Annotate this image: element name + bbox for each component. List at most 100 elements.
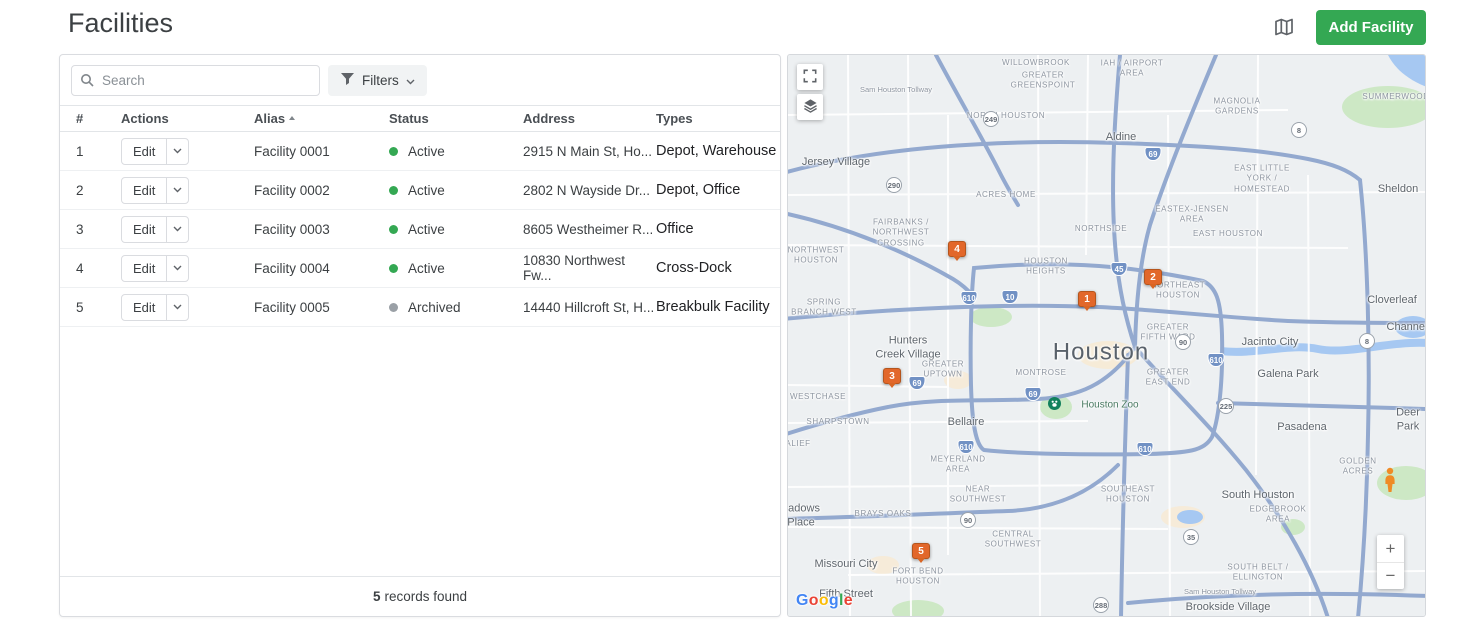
- map-label: ACRES HOME: [976, 190, 1036, 200]
- facility-marker-5[interactable]: 5: [912, 543, 930, 559]
- road-shield: 35: [1183, 529, 1199, 545]
- map-label: Missouri City: [815, 557, 878, 571]
- map-label: Houston: [1053, 336, 1149, 367]
- status-label: Active: [408, 144, 445, 159]
- edit-dropdown-caret[interactable]: [166, 178, 188, 203]
- map-label: NEAR SOUTHWEST: [950, 485, 1007, 506]
- road-shield: 610: [958, 440, 975, 454]
- map-icon: [1273, 16, 1295, 41]
- status-label: Archived: [408, 300, 461, 315]
- table-row[interactable]: 2 Edit Facility 0002 Active 2802 N Waysi…: [60, 171, 780, 210]
- status-dot: [389, 303, 398, 312]
- facility-alias[interactable]: Facility 0004: [254, 261, 389, 276]
- map-panel[interactable]: WILLOWBROOKGREATER GREENSPOINTIAH / AIRP…: [787, 54, 1426, 617]
- facility-alias[interactable]: Facility 0005: [254, 300, 389, 315]
- row-number: 1: [76, 144, 121, 159]
- map-label: GREATER UPTOWN: [922, 360, 964, 381]
- google-logo: Google: [796, 592, 853, 610]
- map-view-button[interactable]: [1268, 12, 1300, 44]
- fullscreen-icon: [803, 69, 817, 86]
- status-label: Active: [408, 222, 445, 237]
- map-label: GREATER FIFTH WARD: [1140, 323, 1195, 344]
- road-shield: 290: [886, 177, 902, 193]
- row-number: 5: [76, 300, 121, 315]
- edit-label: Edit: [122, 217, 166, 242]
- road-shield: 610: [1137, 442, 1154, 456]
- table-toolbar: Filters: [60, 55, 780, 105]
- edit-label: Edit: [122, 295, 166, 320]
- col-alias[interactable]: Alias: [254, 111, 389, 126]
- map-label: MEYERLAND AREA: [930, 455, 985, 476]
- facility-types: Office: [656, 221, 780, 237]
- facility-address: 10830 Northwest Fw...: [523, 253, 656, 283]
- zoom-in-button[interactable]: +: [1377, 535, 1404, 562]
- map-label: Jersey Village: [802, 155, 870, 169]
- row-number: 2: [76, 183, 121, 198]
- facility-alias[interactable]: Facility 0003: [254, 222, 389, 237]
- edit-label: Edit: [122, 178, 166, 203]
- facility-types: Cross-Dock: [656, 260, 780, 276]
- map-label: Channelview: [1387, 320, 1426, 334]
- edit-dropdown-caret[interactable]: [166, 139, 188, 164]
- map-label: MAGNOLIA GARDENS: [1213, 97, 1260, 118]
- road-shield: 249: [983, 111, 999, 127]
- facilities-panel: Filters # Actions Alias Status Address T…: [59, 54, 781, 617]
- map-label: EAST LITTLE YORK / HOMESTEAD: [1234, 163, 1290, 194]
- edit-label: Edit: [122, 256, 166, 281]
- table-row[interactable]: 4 Edit Facility 0004 Active 10830 Northw…: [60, 249, 780, 288]
- zoom-out-button[interactable]: −: [1377, 562, 1404, 589]
- sort-asc-icon[interactable]: [288, 111, 296, 126]
- status-dot: [389, 225, 398, 234]
- edit-button[interactable]: Edit: [121, 255, 189, 282]
- col-address: Address: [523, 111, 656, 126]
- facility-marker-1[interactable]: 1: [1078, 291, 1096, 307]
- zoom-control: + −: [1377, 535, 1404, 589]
- edit-button[interactable]: Edit: [121, 216, 189, 243]
- edit-dropdown-caret[interactable]: [166, 295, 188, 320]
- edit-label: Edit: [122, 139, 166, 164]
- edit-dropdown-caret[interactable]: [166, 256, 188, 281]
- pegman-icon[interactable]: [1383, 467, 1397, 498]
- facility-types: Depot, Office: [656, 182, 780, 198]
- road-shield: 10: [1002, 290, 1019, 304]
- map-label: HOUSTON HEIGHTS: [1024, 257, 1068, 278]
- map-label: SHARPSTOWN: [806, 417, 869, 427]
- add-facility-button[interactable]: Add Facility: [1316, 10, 1426, 45]
- edit-button[interactable]: Edit: [121, 294, 189, 321]
- status-label: Active: [408, 261, 445, 276]
- page-title: Facilities: [68, 8, 173, 39]
- records-found: 5 records found: [60, 576, 780, 616]
- road-shield: 225: [1218, 398, 1234, 414]
- map-label: Bellaire: [948, 415, 985, 429]
- table-header: # Actions Alias Status Address Types: [60, 105, 780, 132]
- filters-button[interactable]: Filters: [328, 65, 427, 96]
- table-row[interactable]: 5 Edit Facility 0005 Archived 14440 Hill…: [60, 288, 780, 327]
- map-label: SUMMERWOOD: [1362, 92, 1426, 102]
- map-label: Aldine: [1106, 130, 1137, 144]
- facility-marker-2[interactable]: 2: [1144, 269, 1162, 285]
- edit-button[interactable]: Edit: [121, 177, 189, 204]
- map-label: MONTROSE: [1015, 368, 1066, 378]
- map-label: CENTRAL SOUTHWEST: [985, 530, 1042, 551]
- facility-types: Breakbulk Facility: [656, 299, 780, 315]
- layers-button[interactable]: [797, 94, 823, 120]
- facility-alias[interactable]: Facility 0002: [254, 183, 389, 198]
- road-shield: 45: [1111, 262, 1128, 276]
- facility-marker-3[interactable]: 3: [883, 368, 901, 384]
- filter-icon: [340, 72, 355, 89]
- facility-marker-4[interactable]: 4: [948, 241, 966, 257]
- facility-alias[interactable]: Facility 0001: [254, 144, 389, 159]
- table-row[interactable]: 1 Edit Facility 0001 Active 2915 N Main …: [60, 132, 780, 171]
- map-label: EASTEX-JENSEN AREA: [1155, 205, 1229, 226]
- status-dot: [389, 186, 398, 195]
- fullscreen-button[interactable]: [797, 64, 823, 90]
- edit-dropdown-caret[interactable]: [166, 217, 188, 242]
- filters-label: Filters: [362, 73, 399, 88]
- map-label: EDGEBROOK AREA: [1250, 505, 1307, 526]
- edit-button[interactable]: Edit: [121, 138, 189, 165]
- map-overlays: WILLOWBROOKGREATER GREENSPOINTIAH / AIRP…: [788, 55, 1425, 616]
- table-row[interactable]: 3 Edit Facility 0003 Active 8605 Westhei…: [60, 210, 780, 249]
- road-shield: 610: [1208, 353, 1225, 367]
- search-input[interactable]: [71, 65, 320, 96]
- map-label: SOUTHEAST HOUSTON: [1101, 485, 1155, 506]
